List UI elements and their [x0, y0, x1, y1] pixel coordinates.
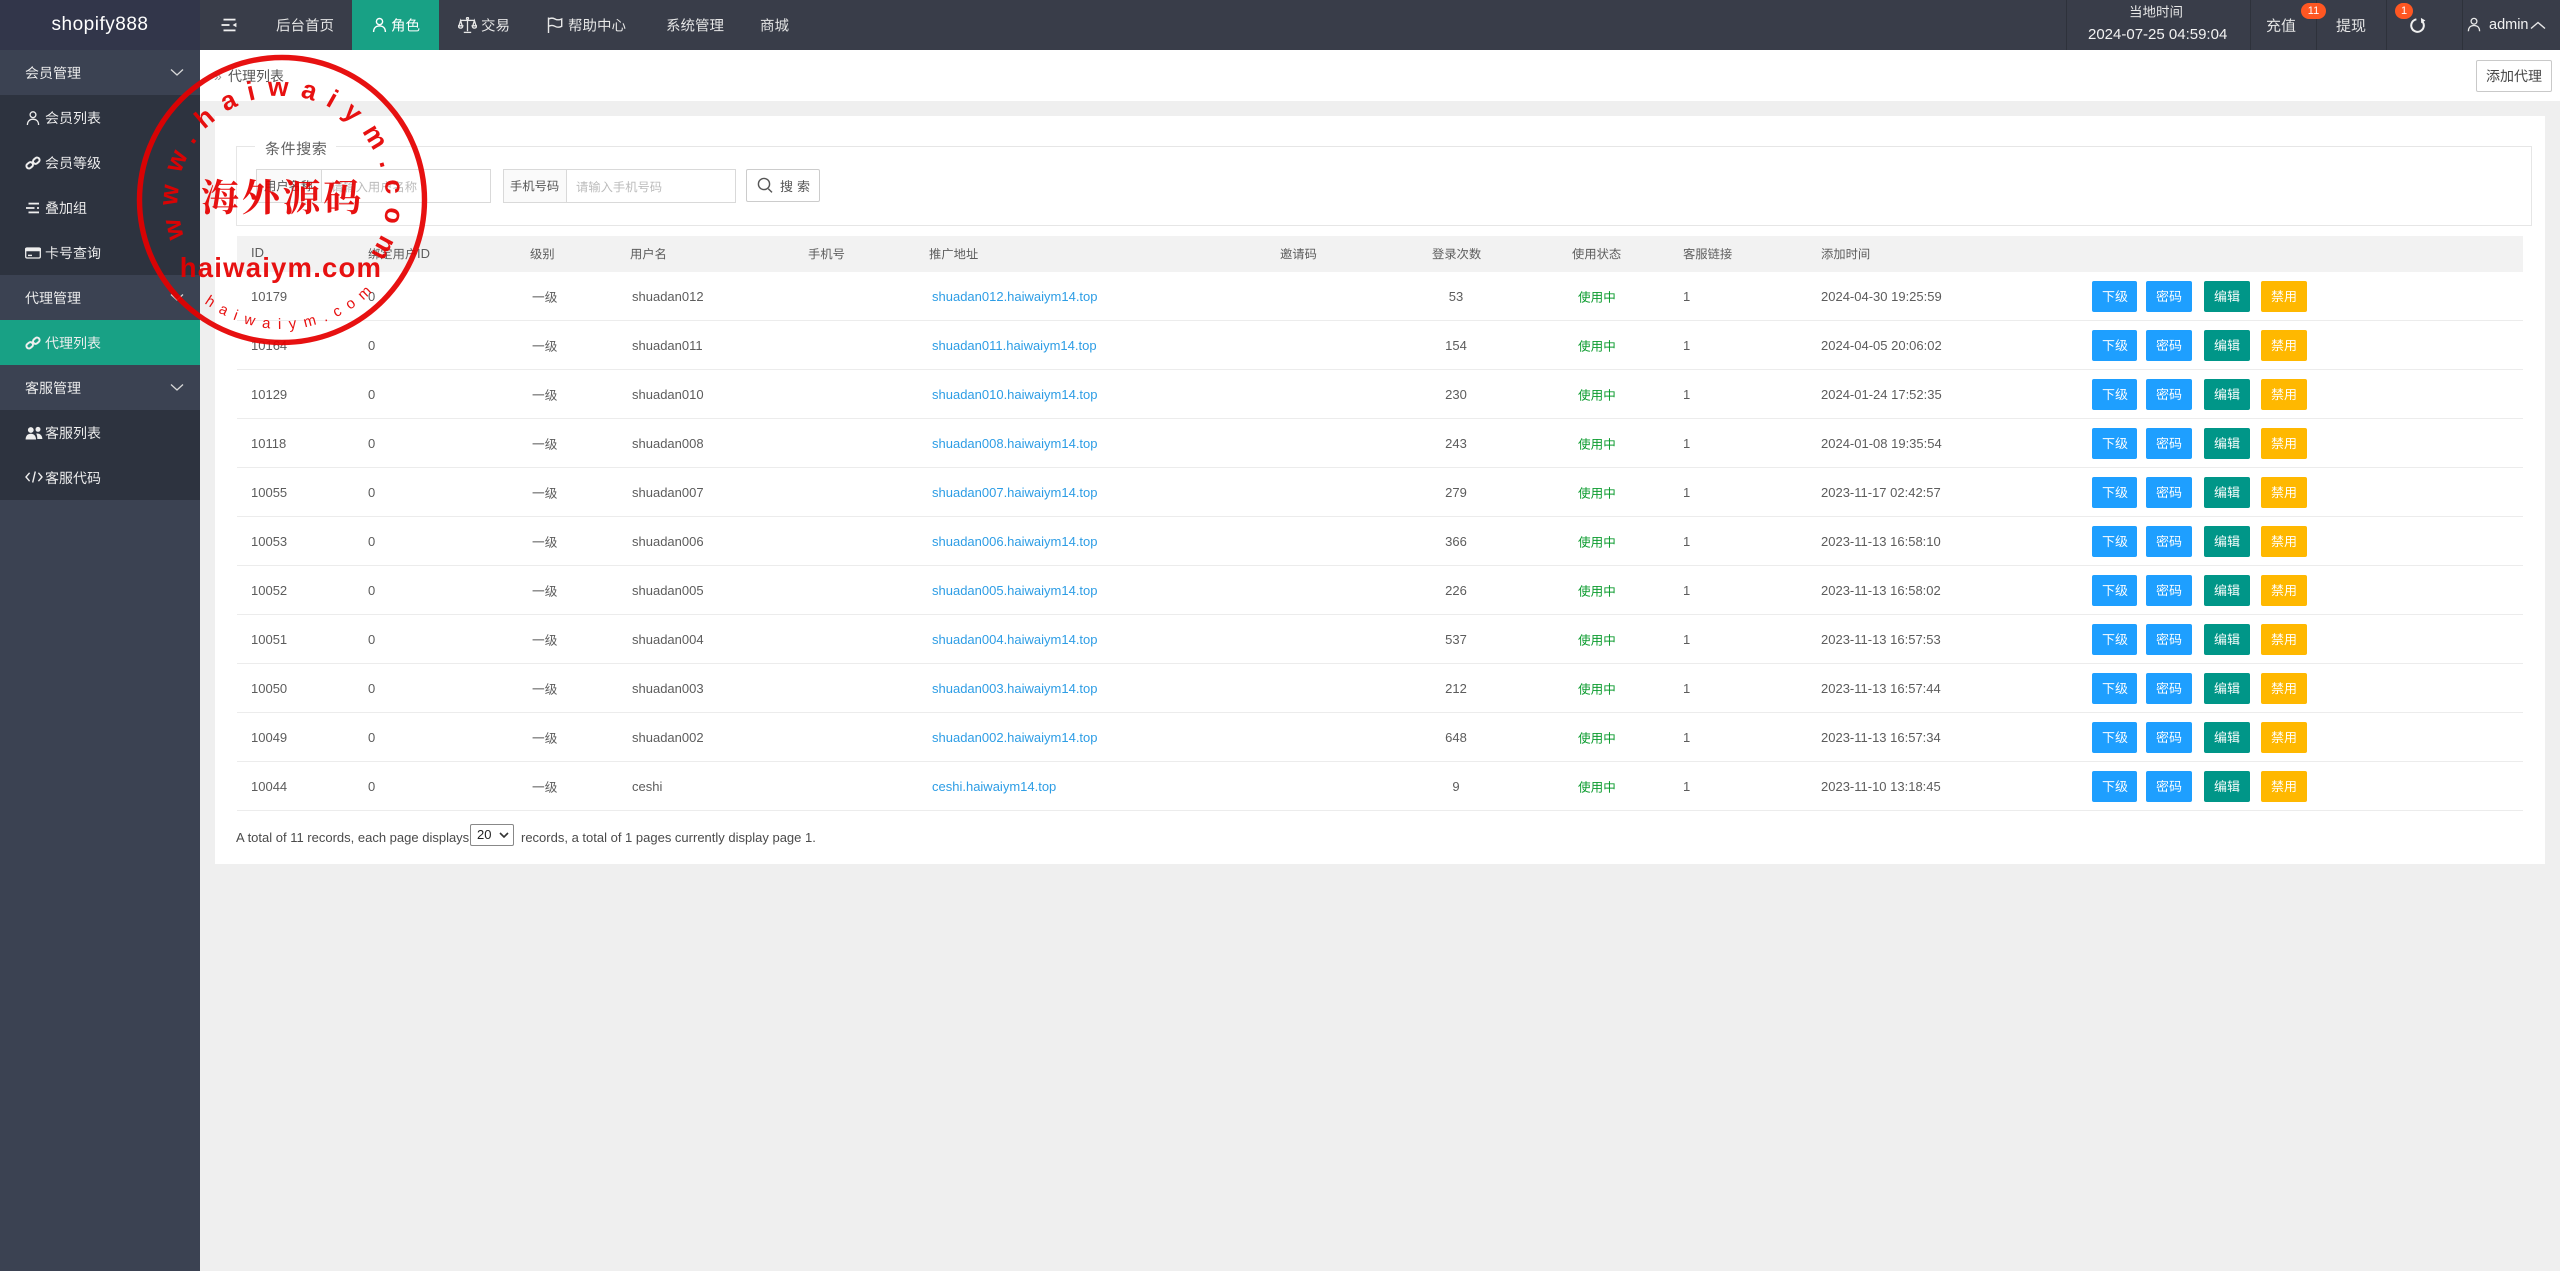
svg-text:www.haiwaiym.com: www.haiwaiym.com: [153, 72, 411, 276]
svg-text:haiwaiym.com: haiwaiym.com: [180, 252, 382, 283]
